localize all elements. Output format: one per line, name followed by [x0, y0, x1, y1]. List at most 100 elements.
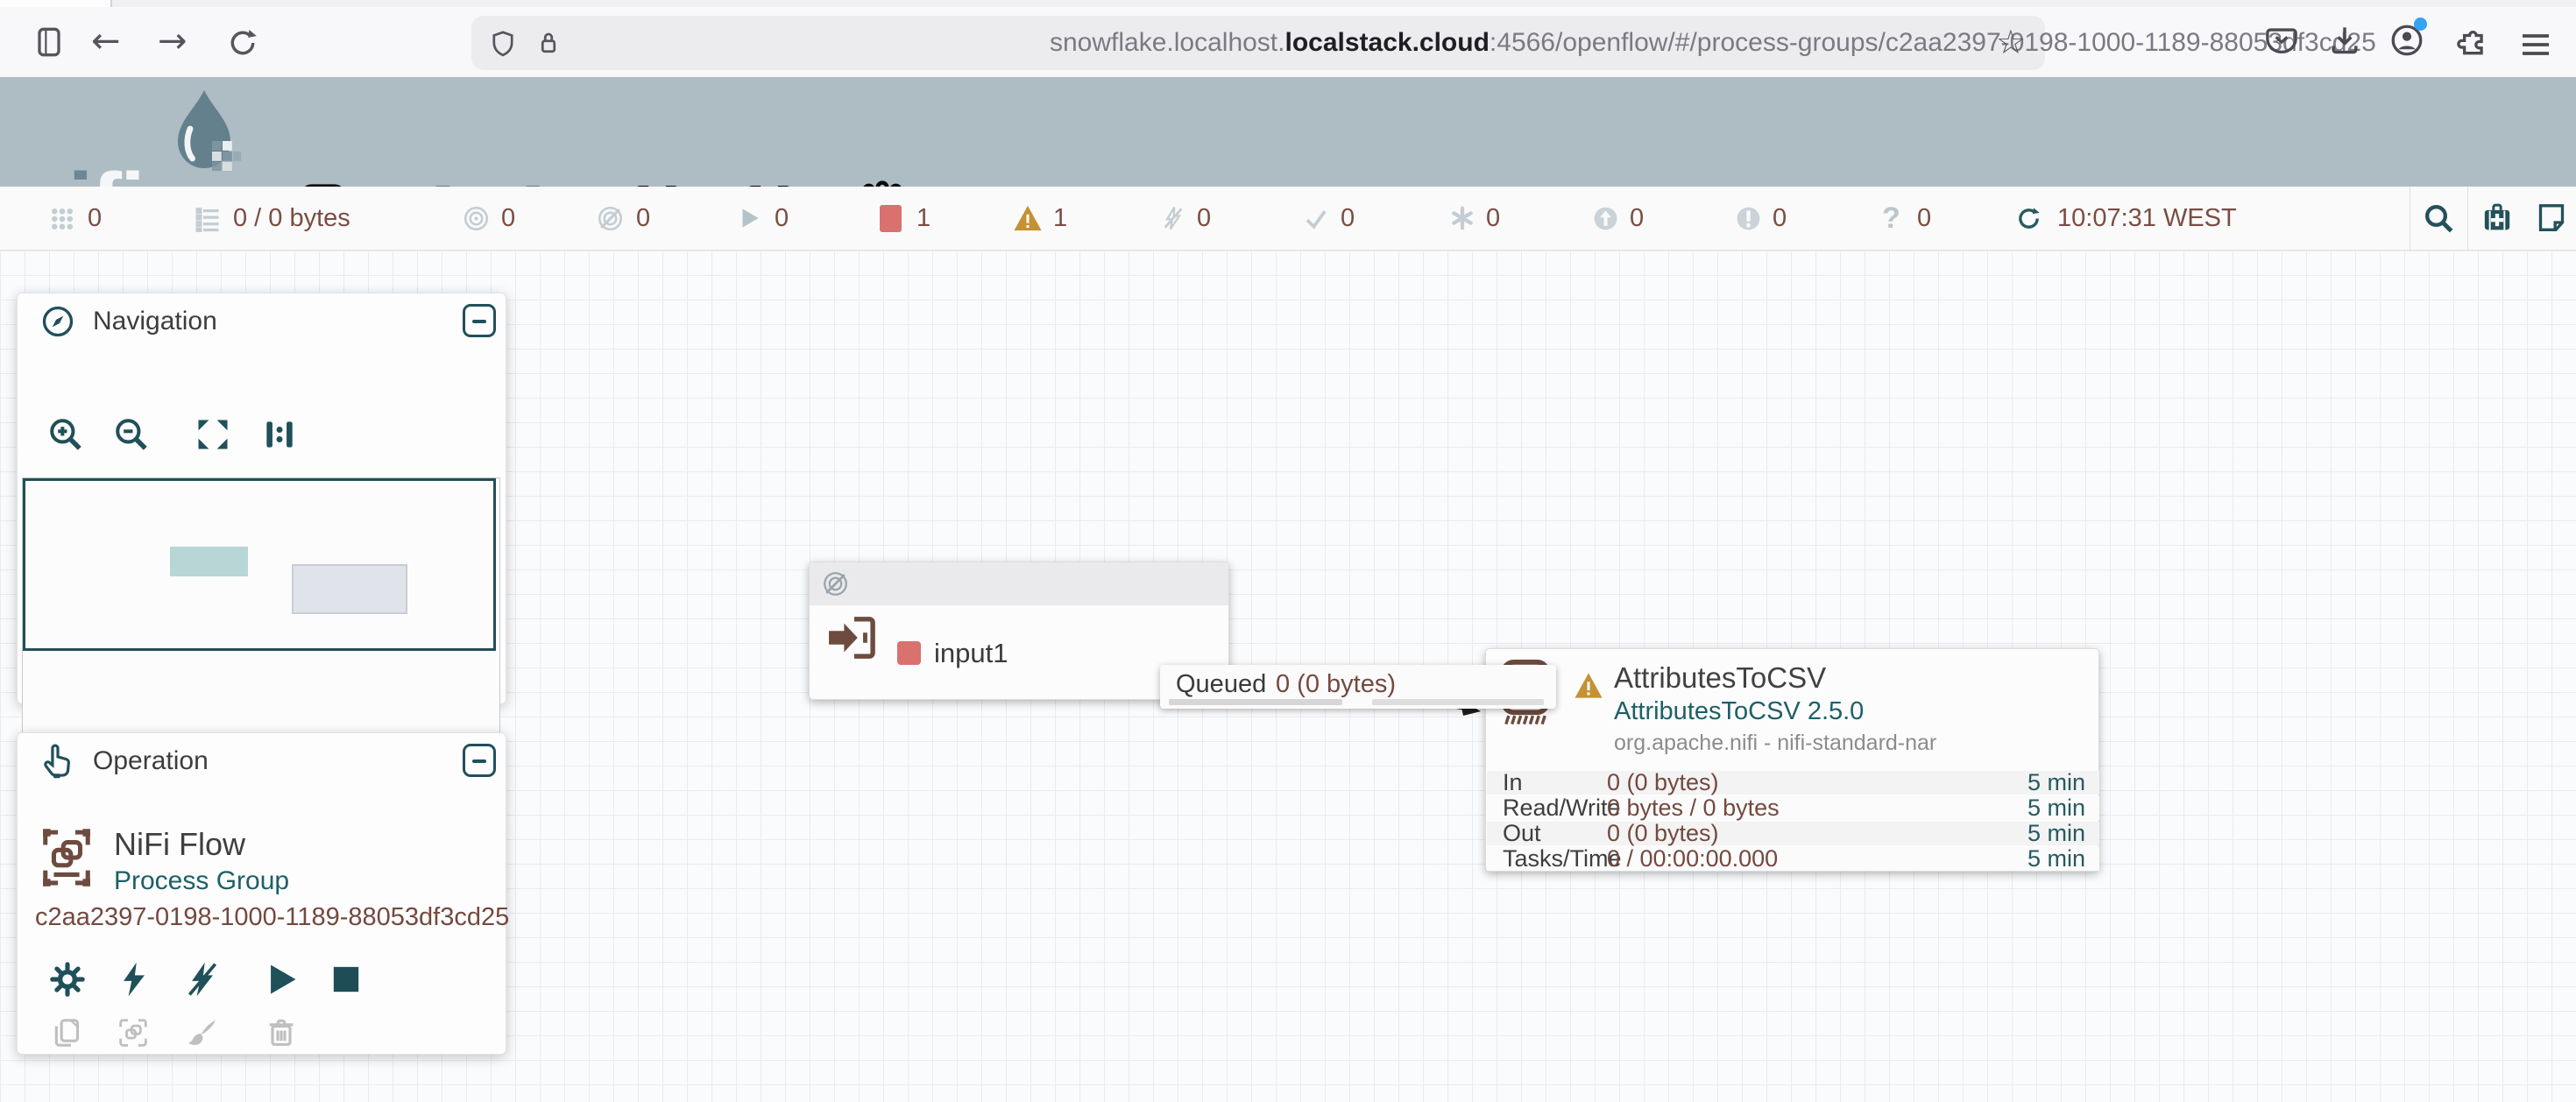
refresh-icon[interactable] [2015, 205, 2042, 232]
active-threads-count: 0 [88, 187, 102, 250]
shield-icon[interactable] [487, 28, 519, 60]
up-to-date-count: 0 [1341, 187, 1355, 250]
operation-collapse-button[interactable] [463, 744, 496, 777]
stat-row-tasks: Tasks/Time 0 / 00:00:00.000 5 min [1487, 847, 2099, 871]
queued-count: 0 / 0 bytes [233, 187, 350, 250]
queue-size-bar [1372, 699, 1544, 705]
download-icon[interactable] [2325, 21, 2364, 60]
selected-flow-type: Process Group [114, 866, 289, 896]
running-count: 0 [775, 187, 789, 250]
stat-window: 5 min [2028, 796, 2085, 820]
stat-value: 0 (0 bytes) [1607, 822, 1719, 845]
stat-label: Tasks/Time [1503, 847, 1622, 871]
forward-button[interactable]: → [158, 21, 188, 61]
nifi-header: nifi [0, 77, 2576, 187]
locally-modified-and-stale-icon [1735, 205, 1762, 232]
enable-lightning-icon[interactable] [115, 960, 153, 999]
operation-panel: Operation NiFi Flow Process Group c2aa23… [17, 732, 506, 1055]
stat-value: 0 (0 bytes) [1607, 771, 1719, 795]
processor-stats-table: In 0 (0 bytes) 5 min Read/Write 0 bytes … [1486, 771, 2100, 872]
statusbar-divider [2467, 187, 2468, 250]
input-port-banner [810, 562, 1228, 605]
navigation-panel-title: Navigation [93, 307, 217, 336]
group-selection-icon[interactable] [116, 1015, 151, 1050]
hand-pointer-icon [39, 742, 75, 781]
reload-button[interactable] [224, 25, 261, 61]
locally-modified-and-stale-count: 0 [1773, 187, 1787, 250]
zoom-fit-icon[interactable] [194, 415, 232, 454]
flow-canvas[interactable]: input1 AttributesToCSV AttributesToCSV 2… [0, 251, 2576, 1102]
configure-gear-icon[interactable] [48, 960, 87, 999]
port-stopped-status-icon [897, 641, 921, 665]
input-port-icon [827, 615, 878, 660]
start-play-icon[interactable] [262, 960, 301, 999]
navigation-collapse-button[interactable] [463, 304, 496, 337]
transmitting-count: 0 [501, 187, 515, 250]
stat-label: Read/Write [1503, 796, 1621, 820]
running-icon [736, 205, 762, 231]
disabled-icon [1160, 204, 1186, 232]
queued-items-icon [195, 206, 221, 232]
first-aid-kit-icon[interactable] [2480, 201, 2515, 236]
nifi-drop-logo-icon [166, 87, 242, 178]
transmitting-icon [463, 205, 490, 232]
browser-menu-icon[interactable] [2518, 30, 2553, 60]
bulletin-note-icon[interactable] [2534, 201, 2569, 236]
url-path: :4566/openflow/#/process-groups/c2aa2397… [1490, 28, 2376, 57]
account-icon[interactable] [2388, 21, 2426, 60]
locally-modified-count: 0 [1486, 187, 1500, 250]
processor-invalid-warning-icon [1574, 672, 1603, 699]
processor-component[interactable]: AttributesToCSV AttributesToCSV 2.5.0 or… [1485, 648, 2099, 872]
stat-value: 0 bytes / 0 bytes [1607, 796, 1780, 820]
sync-failure-count: 0 [1917, 187, 1931, 250]
queued-text: Queued [1176, 665, 1266, 703]
zoom-out-icon[interactable] [112, 415, 151, 454]
browser-tab-strip [0, 0, 2576, 7]
minimap[interactable] [22, 477, 500, 744]
invalid-icon [1013, 204, 1043, 232]
color-brush-icon[interactable] [184, 1015, 219, 1050]
delete-trash-icon[interactable] [264, 1015, 299, 1050]
stat-label: Out [1503, 822, 1541, 845]
minimap-processor [292, 564, 407, 614]
bookmark-star-icon[interactable]: ☆ [1996, 23, 2026, 61]
stat-value: 0 / 00:00:00.000 [1607, 847, 1778, 871]
stat-row-in: In 0 (0 bytes) 5 min [1487, 771, 2099, 795]
url-prefix: snowflake.localhost. [1050, 28, 1284, 57]
stop-icon[interactable] [329, 962, 364, 997]
back-button[interactable]: ← [91, 21, 121, 61]
process-group-icon [39, 824, 95, 893]
up-to-date-icon [1303, 206, 1329, 232]
zoom-in-icon[interactable] [46, 415, 85, 454]
minimap-input-port [170, 547, 248, 576]
stat-window: 5 min [2028, 822, 2085, 845]
sidebar-toggle-icon[interactable] [30, 23, 68, 61]
stat-window: 5 min [2028, 847, 2085, 871]
input-port-name: input1 [934, 638, 1008, 669]
search-icon[interactable] [2421, 201, 2456, 236]
disable-lightning-slash-icon[interactable] [183, 960, 222, 999]
zoom-actual-size-icon[interactable] [260, 415, 299, 454]
not-transmitting-count: 0 [636, 187, 650, 250]
queue-count-bar [1169, 699, 1342, 705]
minimap-viewport[interactable] [23, 478, 496, 651]
last-refresh-time: 10:07:31 WEST [2057, 187, 2237, 250]
connection-queued-label[interactable]: Queued 0 (0 bytes) [1160, 665, 1556, 709]
extensions-puzzle-icon[interactable] [2452, 21, 2490, 60]
pocket-icon[interactable] [2262, 21, 2301, 60]
url-text[interactable]: snowflake.localhost.localstack.cloud:456… [1050, 16, 2376, 70]
compass-icon [40, 304, 75, 339]
stale-count: 0 [1630, 187, 1644, 250]
stale-icon [1592, 205, 1619, 232]
url-bar[interactable]: snowflake.localhost.localstack.cloud:456… [471, 16, 2045, 70]
copy-icon[interactable] [49, 1015, 84, 1050]
stopped-count: 1 [916, 187, 931, 250]
invalid-count: 1 [1053, 187, 1067, 250]
queued-value: 0 (0 bytes) [1276, 665, 1396, 703]
active-tab-sliver[interactable] [0, 0, 112, 7]
operation-panel-title: Operation [93, 746, 209, 776]
selected-flow-name: NiFi Flow [114, 826, 245, 863]
processor-bundle: org.apache.nifi - nifi-standard-nar [1614, 731, 1936, 756]
disabled-count: 0 [1197, 187, 1211, 250]
stat-row-out: Out 0 (0 bytes) 5 min [1487, 822, 2099, 845]
